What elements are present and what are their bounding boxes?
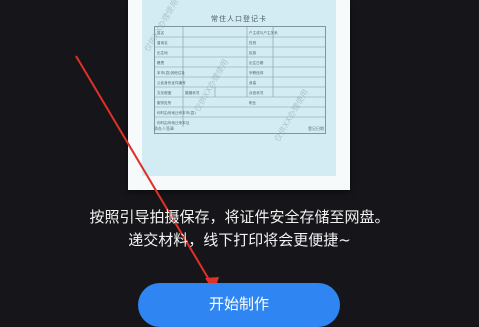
form-cell-label: 籍贯 xyxy=(157,60,165,65)
form-table: 姓名 户主或与户主关系 曾用名 性别 出生地 民族 籍贯 出生日期 本市(县)其他住址 宗教信仰公… xyxy=(154,26,326,134)
instructions-line-1: 按照引导拍摄保存，将证件安全存储至网盘。 xyxy=(89,208,390,226)
form-cell-label: 何时由何地迁来本市(县) xyxy=(157,110,196,115)
id-card-preview: 常住人口登记卡 姓名 户主或与户主关系 曾用名 性别 出生地 民族 籍贯 出生日… xyxy=(128,0,350,190)
form-cell-label: 宗教信仰 xyxy=(249,70,264,75)
form-cell-label: 身高 xyxy=(249,80,257,85)
form-footer-left: 承办人签章 xyxy=(154,126,174,131)
form-cell-label: 民族 xyxy=(249,50,257,55)
form-cell-label: 服务处所 xyxy=(157,100,172,105)
instructions-line-2: 递交材料，线下打印将会更便捷~ xyxy=(128,231,351,249)
form-cell-label: 何时由何地迁来本址 xyxy=(157,120,190,125)
form-cell-label: 婚姻状况 xyxy=(185,90,200,95)
form-cell-label: 出生地 xyxy=(157,50,168,55)
form-cell-label: 出生日期 xyxy=(249,60,264,65)
start-button[interactable]: 开始制作 xyxy=(138,283,340,327)
form-cell-label: 本市(县)其他住址 xyxy=(157,70,185,75)
form-cell-label: 兵役状况 xyxy=(249,90,264,95)
form-cell-label: 文化程度 xyxy=(157,90,172,95)
form-cell-label: 公民身份证件编号 xyxy=(157,80,186,85)
form-cell-label: 性别 xyxy=(249,40,257,45)
form-cell-label: 户主或与户主关系 xyxy=(249,30,278,35)
instructions-text: 按照引导拍摄保存，将证件安全存储至网盘。 递交材料，线下打印将会更便捷~ xyxy=(0,206,479,252)
form-footer: 承办人签章 登记日期 xyxy=(154,126,324,132)
registration-form-image: 常住人口登记卡 姓名 户主或与户主关系 曾用名 性别 出生地 民族 籍贯 出生日… xyxy=(142,0,336,176)
form-footer-right: 登记日期 xyxy=(308,126,324,131)
start-button-label: 开始制作 xyxy=(208,295,269,313)
form-cell-label: 职业 xyxy=(249,100,257,105)
